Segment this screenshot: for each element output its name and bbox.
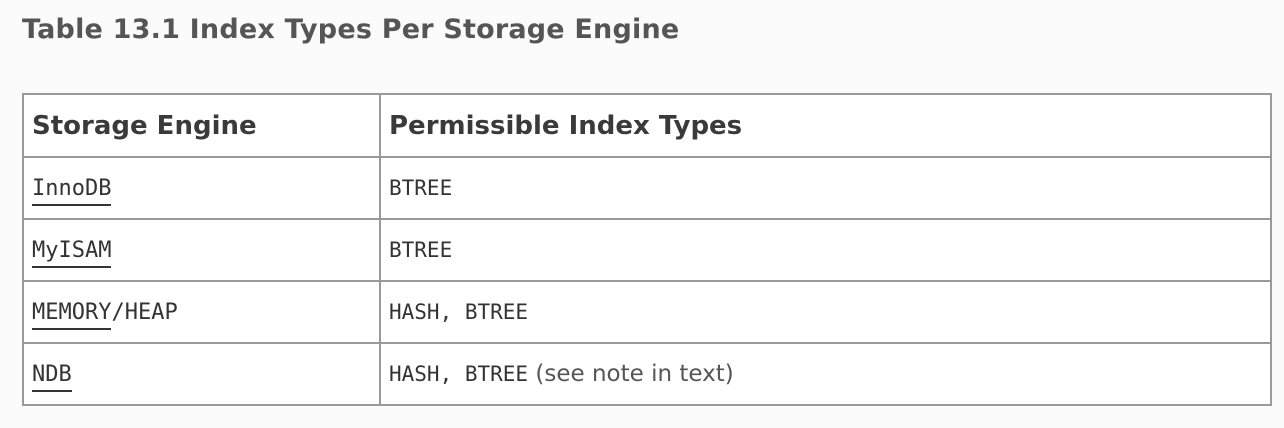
index-types-value: HASH, BTREE [389,362,529,386]
table-caption: Table 13.1 Index Types Per Storage Engin… [22,14,680,45]
engine-link-innodb[interactable]: InnoDB [32,175,112,206]
index-types-value: BTREE [389,238,453,262]
engine-suffix: /HEAP [111,299,178,325]
index-types-cell: BTREE [379,218,1272,282]
engine-cell: InnoDB [22,156,381,220]
table-header-row: Storage Engine Permissible Index Types [22,93,1272,158]
index-types-value: HASH, BTREE [389,300,529,324]
table-row: NDB HASH, BTREE (see note in text) [22,342,1272,406]
engine-cell: MEMORY/HEAP [22,280,381,344]
header-storage-engine: Storage Engine [22,93,381,158]
index-types-value: BTREE [389,176,453,200]
table-row: MyISAM BTREE [22,218,1272,282]
engine-link-memory[interactable]: MEMORY [32,299,112,330]
header-permissible-index-types: Permissible Index Types [379,93,1272,158]
engine-link-myisam[interactable]: MyISAM [32,237,112,268]
index-types-table: Storage Engine Permissible Index Types I… [22,93,1272,406]
index-types-note: (see note in text) [528,361,734,387]
table-row: MEMORY/HEAP HASH, BTREE [22,280,1272,344]
engine-link-ndb[interactable]: NDB [32,361,72,392]
engine-cell: MyISAM [22,218,381,282]
engine-cell: NDB [22,342,381,406]
table-row: InnoDB BTREE [22,156,1272,220]
index-types-cell: HASH, BTREE (see note in text) [379,342,1272,406]
index-types-cell: HASH, BTREE [379,280,1272,344]
index-types-cell: BTREE [379,156,1272,220]
